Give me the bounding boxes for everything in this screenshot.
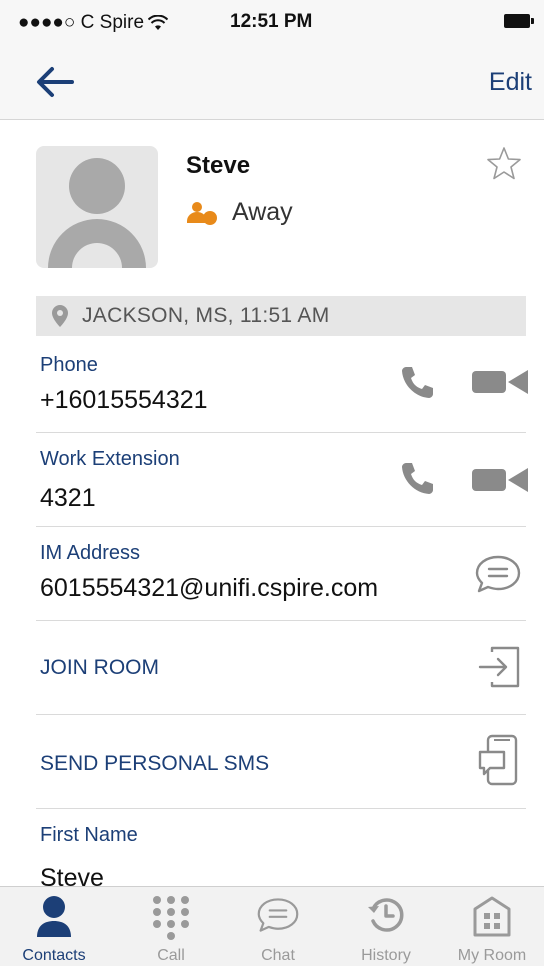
star-icon	[487, 147, 521, 180]
phone-value[interactable]: +16015554321	[40, 386, 208, 415]
tab-call-label: Call	[157, 947, 185, 964]
send-sms-button[interactable]	[478, 734, 520, 793]
join-room-button[interactable]	[476, 644, 522, 695]
phone-video-button[interactable]	[472, 368, 528, 401]
im-address-label: IM Address	[40, 542, 141, 564]
carrier-signal: ●●●●○ C Spire	[18, 12, 169, 34]
status-bar: ●●●●○ C Spire 12:51 PM	[0, 0, 544, 40]
carrier-label: ●●●●○ C Spire	[18, 12, 145, 33]
nav-bar: Edit	[0, 40, 544, 120]
my-room-icon	[473, 896, 511, 937]
sms-device-icon	[478, 734, 518, 786]
im-address-row: IM Address 6015554321@unifi.cspire.com	[0, 526, 544, 620]
location-pin-icon	[52, 305, 68, 327]
work-extension-video-button[interactable]	[472, 466, 528, 499]
join-room-link[interactable]: JOIN ROOM	[40, 656, 159, 680]
phone-label: Phone	[40, 354, 98, 376]
back-arrow-icon	[37, 67, 74, 97]
status-time: 12:51 PM	[230, 11, 313, 32]
dialpad-icon	[153, 896, 189, 940]
chat-icon	[257, 898, 299, 932]
contacts-icon	[37, 896, 71, 937]
video-camera-icon	[472, 468, 528, 492]
tab-bar: Contacts Call Chat History My Room	[0, 886, 544, 966]
work-extension-call-button[interactable]	[400, 460, 436, 501]
wifi-icon	[148, 15, 169, 30]
first-name-row: First Name Steve	[0, 808, 544, 892]
tab-contacts[interactable]: Contacts	[0, 887, 108, 966]
phone-row: Phone +16015554321	[0, 338, 544, 432]
first-name-label: First Name	[40, 824, 138, 846]
join-room-row[interactable]: JOIN ROOM	[0, 620, 544, 714]
im-address-value[interactable]: 6015554321@unifi.cspire.com	[40, 574, 378, 603]
tab-my-room[interactable]: My Room	[438, 887, 544, 966]
chat-bubble-icon	[475, 555, 521, 593]
favorite-star-button[interactable]	[486, 146, 522, 182]
phone-icon	[402, 367, 433, 398]
avatar	[36, 146, 158, 268]
person-placeholder-icon	[48, 158, 146, 268]
back-button[interactable]	[32, 60, 76, 104]
work-extension-row: Work Extension 4321	[0, 432, 544, 526]
enter-room-icon	[478, 646, 520, 688]
video-camera-icon	[472, 370, 528, 394]
edit-button[interactable]: Edit	[489, 68, 532, 97]
im-chat-button[interactable]	[474, 554, 522, 599]
presence-away-icon	[187, 201, 217, 225]
tab-my-room-label: My Room	[457, 947, 527, 964]
presence-text: Away	[232, 198, 293, 226]
tab-history[interactable]: History	[332, 887, 440, 966]
history-icon	[368, 898, 404, 932]
work-extension-value[interactable]: 4321	[40, 484, 96, 513]
battery-icon	[504, 14, 534, 28]
tab-chat-label: Chat	[261, 947, 295, 964]
location-bar: JACKSON, MS, 11:51 AM	[36, 296, 526, 336]
send-sms-row[interactable]: SEND PERSONAL SMS	[0, 714, 544, 808]
phone-call-button[interactable]	[400, 364, 436, 405]
phone-icon	[402, 463, 433, 494]
send-sms-link[interactable]: SEND PERSONAL SMS	[40, 752, 269, 776]
tab-call[interactable]: Call	[117, 887, 225, 966]
work-extension-label: Work Extension	[40, 448, 180, 470]
tab-chat[interactable]: Chat	[224, 887, 332, 966]
location-text: JACKSON, MS, 11:51 AM	[82, 304, 330, 327]
presence-status: Away	[186, 198, 293, 227]
tab-contacts-label: Contacts	[22, 947, 86, 964]
tab-history-label: History	[361, 947, 411, 964]
contact-name: Steve	[186, 152, 251, 179]
